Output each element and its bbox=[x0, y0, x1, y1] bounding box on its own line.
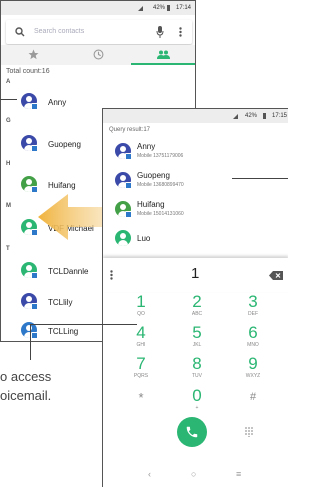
status-bar: 42% 17:15 bbox=[103, 109, 288, 123]
arrow-icon bbox=[38, 194, 108, 240]
result-number: Mobile 15014131060 bbox=[137, 211, 184, 217]
contact-name: Anny bbox=[48, 98, 67, 107]
result-name: Anny bbox=[137, 142, 156, 151]
dial-key-7[interactable]: 7 PQRS bbox=[121, 355, 161, 379]
sim-badge-icon bbox=[31, 303, 38, 310]
clock-time: 17:15 bbox=[271, 113, 287, 119]
total-count: Total count:16 bbox=[6, 68, 50, 75]
contact-name: TCLlily bbox=[48, 298, 73, 307]
dial-key-hash[interactable]: # bbox=[233, 389, 273, 407]
result-row[interactable]: Huifang Mobile 15014131060 bbox=[103, 197, 288, 223]
result-row[interactable]: Anny Mobile 13751179006 bbox=[103, 139, 288, 165]
result-number: Mobile 13751179006 bbox=[137, 153, 184, 159]
contact-name: Huifang bbox=[48, 181, 76, 190]
callout-line bbox=[232, 178, 288, 179]
more-options-icon[interactable] bbox=[179, 27, 182, 37]
back-nav-icon[interactable]: ‹ bbox=[148, 469, 151, 479]
tab-recents[interactable] bbox=[66, 45, 130, 65]
callout-line bbox=[30, 324, 31, 360]
callout-line bbox=[30, 324, 137, 325]
sim-badge-icon bbox=[31, 332, 38, 339]
signal-icon bbox=[233, 114, 238, 119]
result-name: Luo bbox=[137, 234, 151, 243]
more-options-icon[interactable] bbox=[110, 270, 113, 280]
section-header: M bbox=[6, 203, 11, 209]
contacts-tab-bar bbox=[1, 45, 195, 65]
caption-line: o access bbox=[0, 369, 52, 384]
navigation-bar: ‹ ○ ≡ bbox=[103, 465, 288, 487]
dial-key-4[interactable]: 4 GHI bbox=[121, 324, 161, 348]
contact-name: TCLLing bbox=[48, 327, 79, 336]
section-header: H bbox=[6, 161, 11, 167]
status-bar: 42% 17:14 bbox=[1, 1, 195, 15]
sim-badge-icon bbox=[31, 272, 38, 279]
section-header: T bbox=[6, 246, 10, 252]
star-icon bbox=[28, 49, 38, 60]
section-header: A bbox=[6, 79, 11, 85]
sim-badge-icon bbox=[31, 229, 38, 236]
dialed-number[interactable]: 1 bbox=[191, 265, 199, 282]
microphone-icon[interactable] bbox=[156, 26, 164, 38]
contact-name: TCLDannle bbox=[48, 267, 89, 276]
search-icon bbox=[15, 27, 25, 37]
caption-text: o access oicemail. bbox=[0, 367, 51, 405]
result-name: Guopeng bbox=[137, 171, 170, 180]
call-button[interactable] bbox=[177, 417, 207, 447]
search-contacts-bar[interactable]: Search contacts bbox=[6, 20, 192, 44]
dial-key-0[interactable]: 0 + bbox=[177, 387, 217, 411]
clock-icon bbox=[93, 49, 103, 60]
caption-line: oicemail. bbox=[0, 388, 52, 403]
dial-key-5[interactable]: 5 JKL bbox=[177, 324, 217, 348]
tab-favorites[interactable] bbox=[1, 45, 65, 65]
avatar bbox=[115, 230, 131, 246]
sim-badge-icon bbox=[125, 153, 132, 160]
dial-key-3[interactable]: 3 DEF bbox=[233, 293, 273, 317]
dial-key-star[interactable]: * bbox=[121, 389, 161, 407]
result-name: Huifang bbox=[137, 200, 165, 209]
query-result-count: Query result:17 bbox=[109, 127, 151, 133]
phone-icon bbox=[186, 426, 198, 438]
section-header: G bbox=[6, 118, 11, 124]
dial-key-2[interactable]: 2 ABC bbox=[177, 293, 217, 317]
backspace-icon[interactable] bbox=[269, 271, 283, 280]
battery-percent: 42% bbox=[152, 5, 165, 11]
recents-nav-icon[interactable]: ≡ bbox=[236, 469, 241, 479]
result-row[interactable]: Luo bbox=[103, 226, 288, 252]
dial-key-1[interactable]: 1 QO bbox=[121, 293, 161, 317]
home-nav-icon[interactable]: ○ bbox=[191, 469, 196, 479]
dialpad-toggle-icon[interactable] bbox=[245, 427, 253, 437]
dialer-screen: 42% 17:15 Query result:17 Anny Mobile 13… bbox=[102, 108, 288, 487]
dial-key-6[interactable]: 6 MNO bbox=[233, 324, 273, 348]
result-row[interactable]: Guopeng Mobile 13680899470 bbox=[103, 168, 288, 194]
sim-badge-icon bbox=[31, 145, 38, 152]
battery-percent: 42% bbox=[244, 113, 257, 119]
people-icon bbox=[156, 50, 170, 59]
result-number: Mobile 13680899470 bbox=[137, 182, 184, 188]
search-input[interactable]: Search contacts bbox=[34, 28, 84, 35]
signal-icon bbox=[138, 6, 143, 11]
callout-line bbox=[0, 99, 17, 100]
sim-badge-icon bbox=[125, 182, 132, 189]
dial-key-8[interactable]: 8 TUV bbox=[177, 355, 217, 379]
contact-name: Guopeng bbox=[48, 140, 81, 149]
sim-badge-icon bbox=[31, 103, 38, 110]
tab-contacts[interactable] bbox=[131, 45, 195, 65]
dial-key-9[interactable]: 9 WXYZ bbox=[233, 355, 273, 379]
clock-time: 17:14 bbox=[175, 5, 191, 11]
sim-badge-icon bbox=[31, 186, 38, 193]
battery-icon bbox=[167, 5, 170, 11]
battery-icon bbox=[263, 113, 266, 119]
sim-badge-icon bbox=[125, 211, 132, 218]
